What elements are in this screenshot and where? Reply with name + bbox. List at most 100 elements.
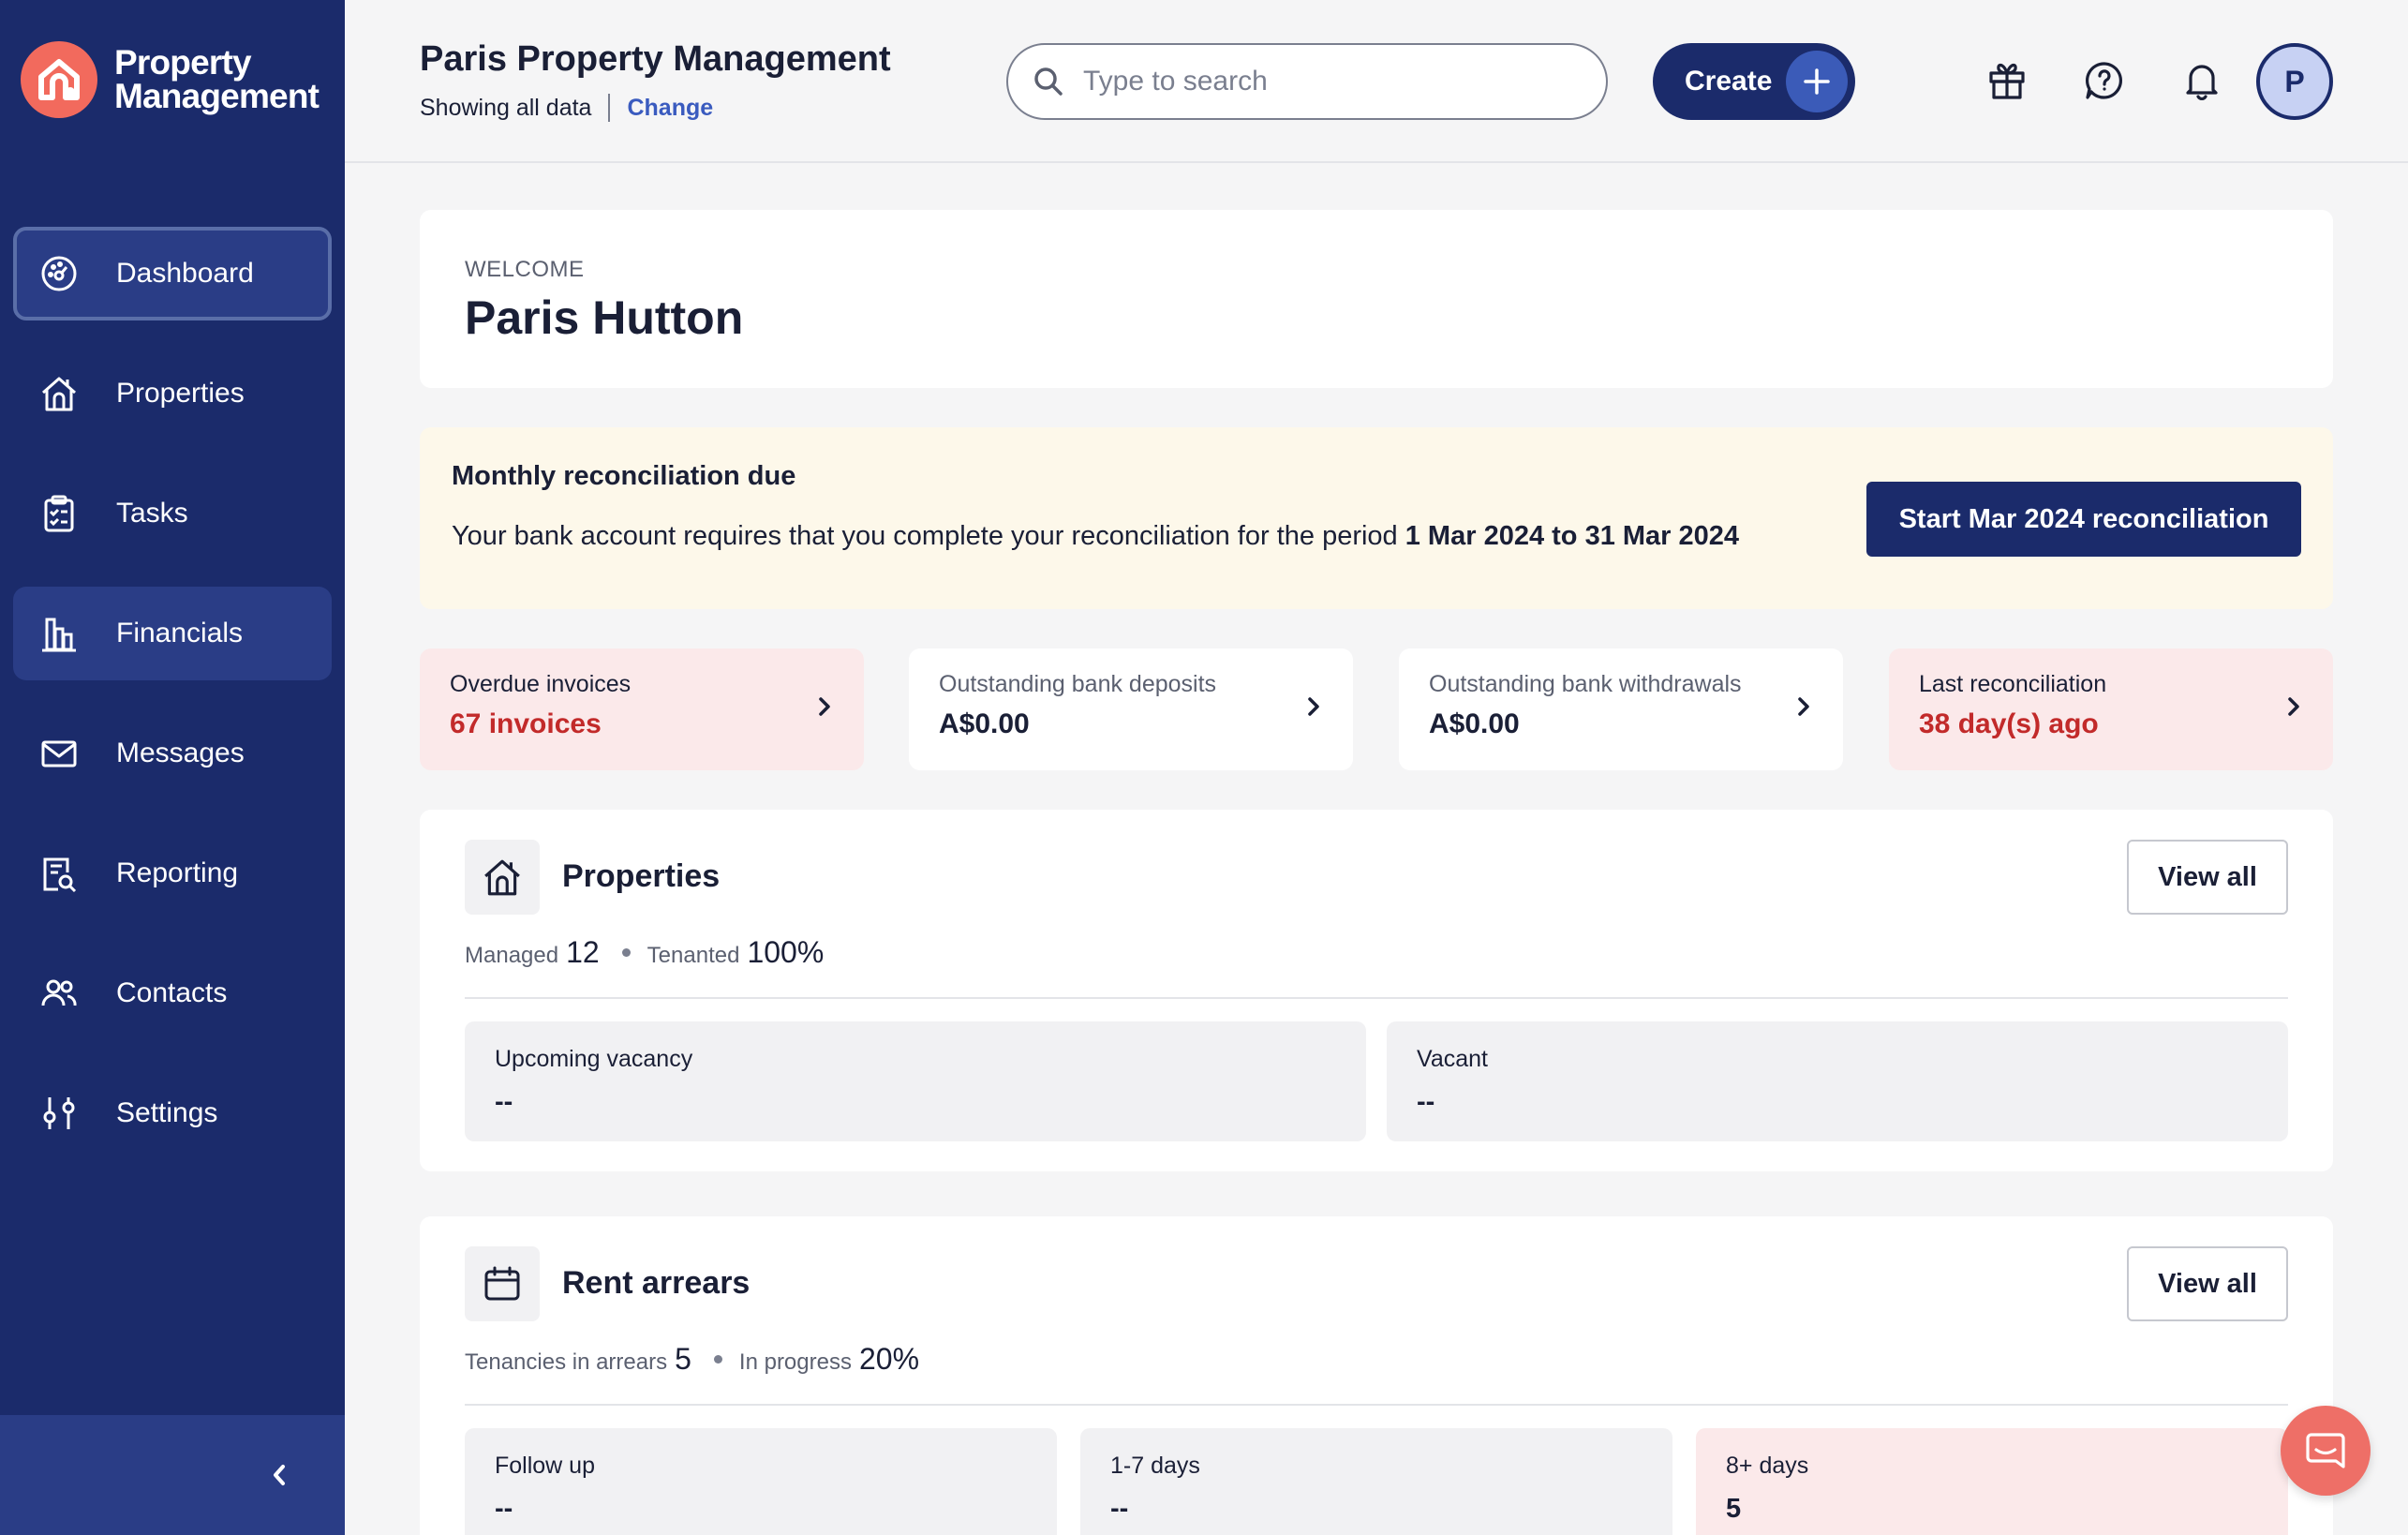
sidebar-item-label: Tasks (116, 498, 188, 529)
properties-view-all-button[interactable]: View all (2127, 840, 2288, 915)
top-header: Paris Property Management Showing all da… (345, 0, 2408, 163)
chevron-left-icon[interactable] (268, 1461, 290, 1489)
tile-1-7-days[interactable]: 1-7 days -- (1080, 1428, 1672, 1535)
separator-dot (713, 1355, 722, 1364)
search-input[interactable] (1083, 66, 1570, 97)
chevron-right-icon (2282, 692, 2305, 726)
metric-label: In progress (738, 1349, 852, 1375)
reconciliation-notice: Monthly reconciliation due Your bank acc… (420, 427, 2333, 609)
notification-bell-icon[interactable] (2176, 54, 2228, 107)
sidebar-item-reporting[interactable]: Reporting (13, 827, 332, 920)
dashboard-icon (37, 252, 81, 295)
sidebar-item-financials[interactable]: Financials (13, 587, 332, 680)
clipboard-icon (37, 492, 81, 535)
sidebar-item-properties[interactable]: Properties (13, 347, 332, 440)
tile-upcoming-vacancy[interactable]: Upcoming vacancy -- (465, 1021, 1366, 1141)
brand-logo[interactable]: Property Management (21, 41, 320, 118)
tile-label: Upcoming vacancy (495, 1046, 693, 1072)
report-icon (37, 852, 81, 895)
stat-card-bank-withdrawals[interactable]: Outstanding bank withdrawals A$0.00 (1399, 648, 1843, 770)
stat-value: A$0.00 (939, 708, 1030, 739)
sidebar-item-label: Contacts (116, 977, 228, 1008)
metric-label: Tenancies in arrears (465, 1349, 668, 1375)
create-button[interactable]: Create (1653, 43, 1855, 120)
tile-vacant[interactable]: Vacant -- (1387, 1021, 2288, 1141)
sidebar-item-label: Financials (116, 618, 244, 648)
change-scope-link[interactable]: Change (627, 95, 713, 122)
stat-value: A$0.00 (1429, 708, 1520, 739)
plus-icon (1786, 51, 1848, 112)
tile-value: -- (495, 1087, 513, 1117)
brand-name: Property Management (114, 45, 320, 115)
sidebar-item-contacts[interactable]: Contacts (13, 946, 332, 1040)
chevron-right-icon (1302, 692, 1325, 726)
stat-value: 38 day(s) ago (1919, 708, 2099, 739)
org-name: Paris Property Management (420, 39, 891, 79)
tile-value: 5 (1726, 1494, 1742, 1524)
sidebar-item-tasks[interactable]: Tasks (13, 467, 332, 560)
stat-card-bank-deposits[interactable]: Outstanding bank deposits A$0.00 (909, 648, 1353, 770)
metric-value: 100% (747, 935, 825, 969)
tile-value: -- (495, 1494, 513, 1524)
welcome-user-name: Paris Hutton (465, 291, 744, 344)
chat-launcher-button[interactable] (2281, 1406, 2371, 1496)
house-icon (37, 372, 81, 415)
sidebar-item-label: Messages (116, 738, 245, 768)
create-label: Create (1685, 66, 1773, 97)
sidebar-item-label: Dashboard (116, 258, 254, 289)
brand-line-2: Management (114, 77, 320, 115)
scope-divider (608, 94, 611, 122)
search-box (1006, 43, 1608, 120)
metric-value: 5 (675, 1342, 691, 1376)
stat-value: 67 invoices (450, 708, 602, 739)
search-icon (1033, 66, 1064, 97)
divider (465, 997, 2288, 999)
data-scope: Showing all data Change (420, 94, 713, 122)
separator-dot (621, 948, 631, 957)
metric-value: 12 (566, 935, 600, 969)
divider (465, 1404, 2288, 1406)
tile-label: 8+ days (1726, 1453, 1809, 1479)
sidebar: Property Management Dashboard Properties… (0, 0, 345, 1535)
sidebar-item-label: Reporting (116, 857, 239, 888)
stat-label: Outstanding bank deposits (939, 671, 1217, 697)
sliders-icon (37, 1092, 81, 1135)
bar-chart-icon (37, 612, 81, 655)
sidebar-item-label: Properties (116, 378, 245, 409)
tile-label: Follow up (495, 1453, 595, 1479)
sidebar-item-settings[interactable]: Settings (13, 1066, 332, 1160)
stat-card-last-reconciliation[interactable]: Last reconciliation 38 day(s) ago (1889, 648, 2333, 770)
scope-text: Showing all data (420, 94, 592, 121)
tile-value: -- (1417, 1087, 1435, 1117)
metric-label: Tenanted (647, 943, 740, 968)
tile-8-plus-days[interactable]: 8+ days 5 (1696, 1428, 2288, 1535)
chevron-right-icon (813, 692, 836, 726)
stat-card-overdue-invoices[interactable]: Overdue invoices 67 invoices (420, 648, 864, 770)
sidebar-collapse-bar (0, 1415, 345, 1535)
welcome-label: WELCOME (465, 257, 585, 282)
arrears-view-all-button[interactable]: View all (2127, 1246, 2288, 1321)
sidebar-item-dashboard[interactable]: Dashboard (13, 227, 332, 320)
chevron-right-icon (1792, 692, 1815, 726)
arrears-metrics: Tenancies in arrears 5 In progress 20% (465, 1342, 919, 1377)
start-reconciliation-button[interactable]: Start Mar 2024 reconciliation (1866, 482, 2301, 557)
sidebar-item-label: Settings (116, 1097, 218, 1128)
stat-label: Overdue invoices (450, 671, 632, 697)
metric-label: Managed (465, 943, 559, 968)
reconciliation-desc-text: Your bank account requires that you comp… (452, 521, 1405, 551)
stat-label: Outstanding bank withdrawals (1429, 671, 1742, 697)
avatar[interactable]: P (2256, 43, 2333, 120)
house-icon (465, 840, 540, 915)
chat-icon (2304, 1429, 2347, 1472)
welcome-card: WELCOME Paris Hutton (420, 210, 2333, 388)
sidebar-item-messages[interactable]: Messages (13, 707, 332, 800)
gift-icon[interactable] (1981, 54, 2033, 107)
tile-follow-up[interactable]: Follow up -- (465, 1428, 1057, 1535)
logo-mark-icon (21, 41, 97, 118)
tile-label: Vacant (1417, 1046, 1488, 1072)
properties-section: Properties View all Managed 12 Tenanted … (420, 810, 2333, 1171)
section-title: Properties (562, 858, 721, 894)
calendar-icon (465, 1246, 540, 1321)
help-icon[interactable] (2078, 54, 2131, 107)
tile-label: 1-7 days (1110, 1453, 1200, 1479)
